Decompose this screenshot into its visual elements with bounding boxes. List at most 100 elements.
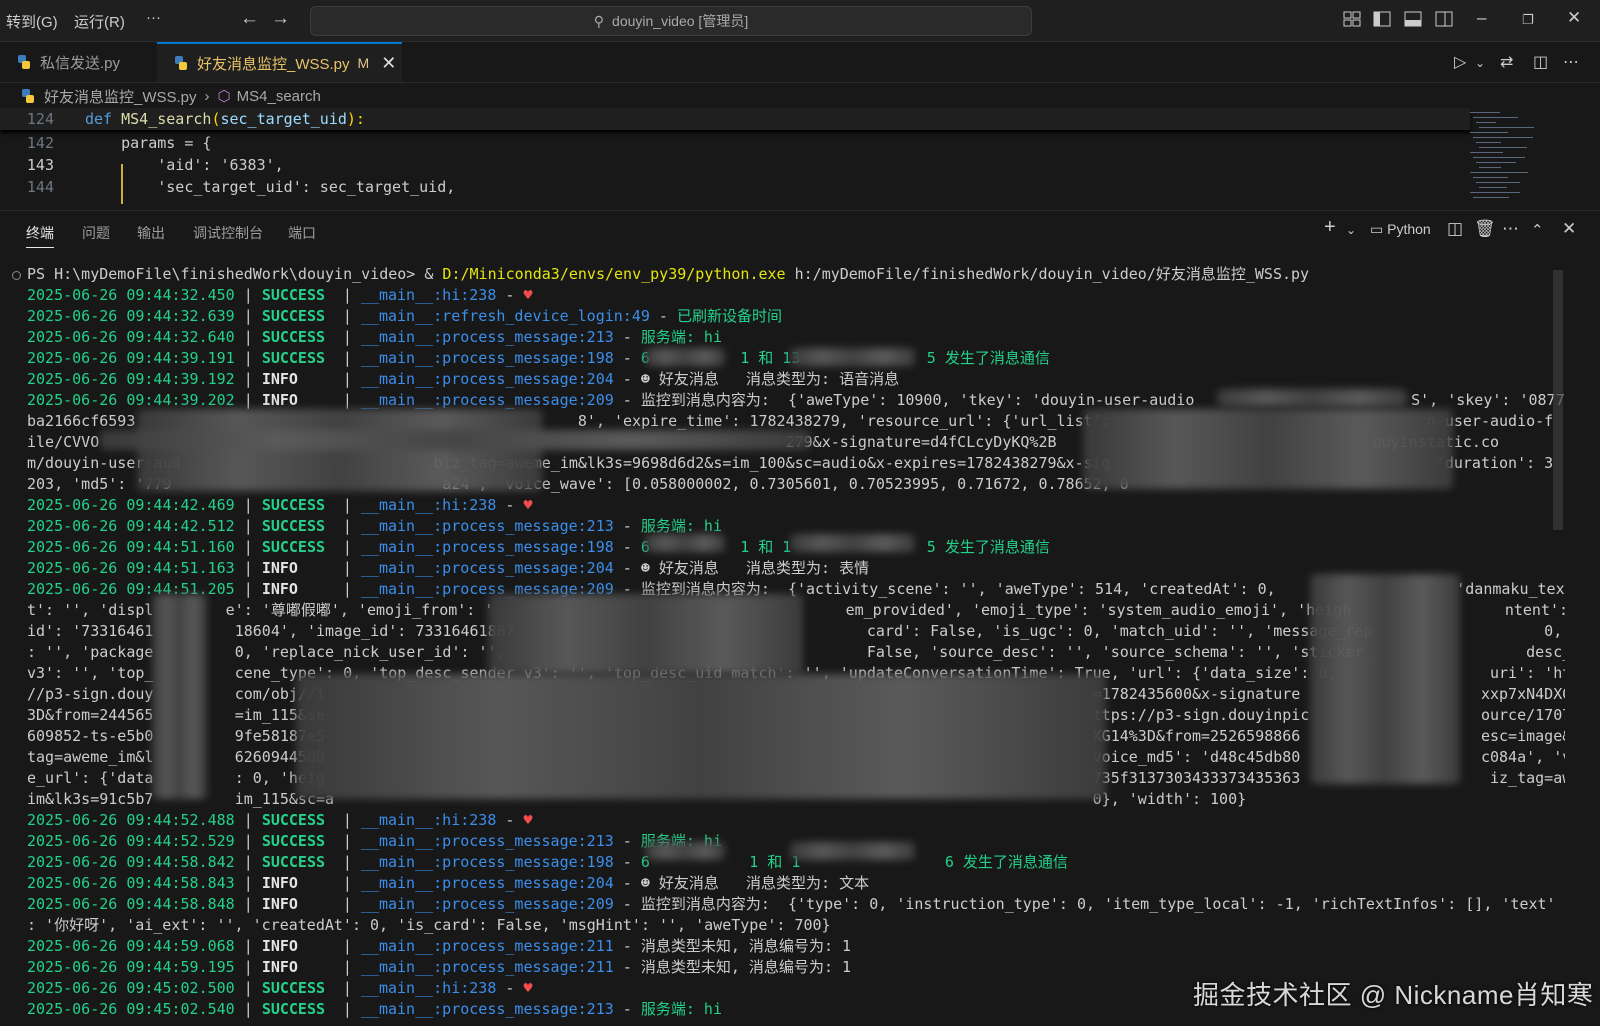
title-bar: 转到(G) 运行(R) ··· ← → ⚲ douyin_video [管理员]… [0,0,1600,42]
more-panel-actions-icon[interactable]: ⋯ [1502,219,1519,239]
toggle-primary-sidebar-icon[interactable] [1373,11,1391,27]
source-compare-icon[interactable]: ⇄ [1500,52,1513,72]
prompt-exe: D:/Miniconda3/envs/env_py39/python.exe [442,265,786,283]
log-line: 2025-06-26 09:44:39.192 | INFO | __main_… [27,369,899,390]
log-level: INFO [261,874,298,892]
line-number: 144 [26,178,54,196]
tab-debug-console[interactable]: 调试控制台 [193,223,263,243]
tab-private-message[interactable]: 私信发送.py [0,42,155,82]
sticky-scroll-line[interactable]: 124 def MS4_search(sec_target_uid): [0,108,1470,130]
log-separator: | [234,979,262,997]
log-separator: | [234,328,262,346]
tab-output[interactable]: 输出 [137,223,165,243]
log-separator: | [234,874,262,892]
log-level: SUCCESS [261,811,326,829]
minimize-icon[interactable]: – [1477,8,1486,28]
minimap[interactable] [1470,108,1555,208]
customize-layout-icon[interactable] [1343,11,1361,27]
menu-goto[interactable]: 转到(G) [6,11,58,32]
trash-icon[interactable]: 🗑 [1474,219,1496,239]
forward-arrow-icon[interactable]: → [271,8,290,30]
code-editor[interactable]: 124 def MS4_search(sec_target_uid): 142 … [0,108,1560,208]
log-message: ☻ 好友消息 消息类型为: 文本 [640,874,870,892]
maximize-panel-icon[interactable]: ⌃ [1531,221,1544,239]
heart-icon: ♥ [523,496,533,514]
log-separator: | [333,538,361,556]
indent-guide [121,164,123,204]
terminal-scrollbar[interactable] [1553,270,1563,530]
toggle-secondary-sidebar-icon[interactable] [1435,11,1453,27]
split-editor-icon[interactable]: ◫ [1533,52,1548,72]
log-timestamp: 2025-06-26 09:44:58.843 [27,874,235,892]
code-text: def MS4_search(sec_target_uid): [85,108,365,130]
redaction-blur [488,594,803,674]
redaction-blur [137,409,542,491]
log-separator: | [234,811,262,829]
log-level: INFO [261,370,298,388]
search-icon: ⚲ [593,12,605,29]
log-level: SUCCESS [261,517,326,535]
more-actions-icon[interactable]: ⋯ [1563,52,1579,72]
code-line[interactable]: 142 params = { [0,132,1470,154]
log-module: __main__:process_message:211 [360,958,614,976]
log-line: 2025-06-26 09:44:32.640 | SUCCESS | __ma… [27,327,722,348]
log-separator: | [333,391,361,409]
redaction-blur [645,534,725,552]
python-file-icon [18,55,30,69]
log-continuation-line: : '你好呀', 'ai_ext': '', 'createdAt': 0, '… [27,916,831,934]
tab-terminal[interactable]: 终端 [26,223,54,248]
log-separator: - [613,391,641,409]
log-separator: | [333,286,361,304]
minimap-line [1470,192,1520,193]
terminal-dropdown-icon[interactable]: ⌄ [1346,223,1356,237]
log-timestamp: 2025-06-26 09:44:32.450 [27,286,235,304]
modified-indicator: M [357,55,370,71]
code-line[interactable]: 143 'aid': '6383', [0,154,1470,176]
log-module: __main__:process_message:209 [360,895,614,913]
breadcrumb-file[interactable]: 好友消息监控_WSS.py [44,86,197,107]
redaction-blur [790,534,915,552]
log-separator: - [496,496,524,514]
log-separator: - [613,958,641,976]
new-terminal-icon[interactable]: + [1324,216,1336,239]
log-module: __main__:process_message:198 [360,538,614,556]
minimap-line [1479,167,1501,168]
log-separator: - [496,979,524,997]
close-panel-icon[interactable]: ✕ [1562,219,1576,239]
log-timestamp: 2025-06-26 09:44:58.848 [27,895,235,913]
menu-run[interactable]: 运行(R) [74,11,125,32]
line-number: 142 [26,134,54,152]
minimap-line [1479,187,1507,188]
log-separator: - [496,286,524,304]
code-text: 'aid': '6383', [85,156,284,174]
menu-more[interactable]: ··· [146,9,161,26]
close-window-icon[interactable]: ✕ [1567,8,1581,28]
breadcrumb-symbol[interactable]: MS4_search [237,88,321,105]
split-terminal-icon[interactable]: ◫ [1447,219,1463,239]
tab-problems[interactable]: 问题 [82,223,110,243]
code-line[interactable]: 144 'sec_target_uid': sec_target_uid, [0,176,1470,198]
heart-icon: ♥ [523,286,533,304]
terminal-profile[interactable]: ▭ Python [1370,221,1431,238]
log-module: __main__:process_message:213 [360,832,614,850]
command-center[interactable]: ⚲ douyin_video [管理员] [310,6,1032,36]
toggle-panel-icon[interactable] [1404,11,1422,27]
run-dropdown-icon[interactable]: ⌄ [1475,56,1485,70]
tab-friend-monitor[interactable]: 好友消息监控_WSS.py M ✕ [157,42,402,82]
run-icon[interactable]: ▷ [1454,52,1466,72]
log-level: SUCCESS [261,538,326,556]
restore-icon[interactable]: ❐ [1522,12,1534,28]
minimap-line [1473,117,1518,118]
log-module: __main__:process_message:198 [360,349,614,367]
close-tab-icon[interactable]: ✕ [381,53,396,74]
code-function-name: MS4_search [121,110,212,128]
python-file-icon [175,56,187,70]
minimap-line [1470,152,1503,153]
log-separator: | [333,559,361,577]
back-arrow-icon[interactable]: ← [240,8,259,30]
tab-ports[interactable]: 端口 [288,223,316,243]
log-message: 监控到消息内容为: {'aweType': 10900, 'tkey': 'do… [640,391,1565,409]
log-timestamp: 2025-06-26 09:44:58.842 [27,853,235,871]
terminal-output[interactable]: PS H:\myDemoFile\finishedWork\douyin_vid… [0,264,1565,1025]
redaction-blur [1217,389,1407,407]
